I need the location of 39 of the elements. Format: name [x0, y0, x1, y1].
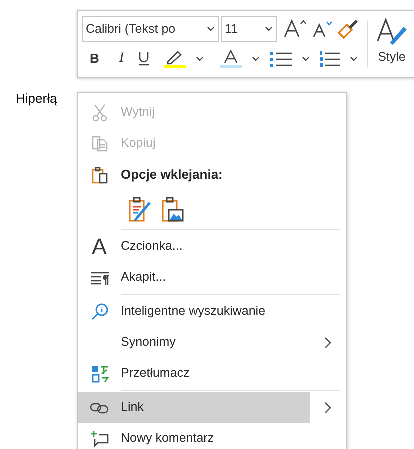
shrink-font-icon[interactable] — [311, 19, 335, 39]
scissors-icon — [92, 104, 108, 122]
dropdown-caret-icon — [265, 26, 273, 32]
search-icon — [90, 302, 108, 320]
menu-item[interactable]: Przetłumacz — [78, 358, 346, 389]
dropdown-caret-icon — [207, 26, 215, 32]
link-icon — [90, 402, 110, 414]
highlighter-icon[interactable] — [164, 50, 186, 68]
font-name-field[interactable]: Calibri (Tekst po — [82, 16, 219, 42]
copy-icon — [90, 136, 108, 152]
document-text: Hiperłą — [16, 90, 58, 108]
numbered-list-icon[interactable] — [320, 50, 340, 66]
menu-item[interactable]: Akapit... — [78, 262, 346, 293]
bullet-list-icon[interactable] — [270, 50, 292, 66]
dropdown-caret-icon — [196, 56, 204, 62]
menu-item[interactable]: Inteligentne wyszukiwanie — [78, 296, 346, 327]
brush-icon[interactable] — [337, 19, 359, 39]
comment-icon — [90, 430, 110, 448]
bold-button[interactable]: B — [90, 48, 100, 68]
dropdown-caret-icon — [252, 56, 260, 62]
font-size-field[interactable]: 11 — [221, 16, 277, 42]
clipboard-icon — [90, 166, 108, 184]
paste-keep-formatting-icon[interactable] — [128, 196, 152, 222]
paste-picture-icon[interactable] — [161, 196, 185, 222]
style-label[interactable]: Style — [378, 48, 406, 67]
style-pen-icon[interactable] — [376, 17, 408, 47]
italic-button[interactable]: I — [119, 48, 124, 69]
paste-options-heading: Opcje wklejania: — [121, 166, 223, 184]
font-color-icon[interactable] — [220, 50, 242, 68]
menu-item[interactable]: A Czcionka... — [78, 231, 346, 262]
menu-item[interactable]: Synonimy — [78, 327, 346, 358]
translate-icon — [90, 364, 108, 382]
font-icon: A — [92, 236, 107, 258]
underline-icon[interactable] — [138, 50, 150, 66]
paragraph-icon — [90, 270, 110, 284]
menu-item[interactable]: Nowy komentarz — [78, 423, 346, 449]
grow-font-icon[interactable] — [283, 19, 309, 39]
dropdown-caret-icon — [302, 56, 310, 62]
dropdown-caret-icon — [350, 56, 358, 62]
